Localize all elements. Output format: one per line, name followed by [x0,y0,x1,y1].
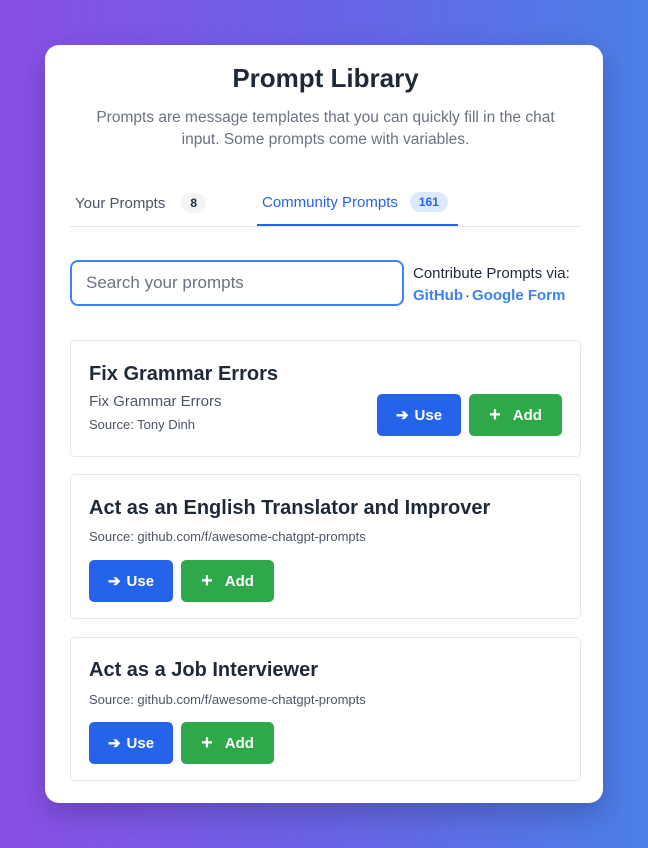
prompt-source: Source: github.com/f/awesome-chatgpt-pro… [89,529,366,544]
add-button[interactable]: + Add [181,722,274,764]
prompt-card: Act as a Job Interviewer Source: github.… [70,637,581,781]
use-button[interactable]: ➔ Use [89,560,173,602]
page-subtitle: Prompts are message templates that you c… [96,109,555,148]
use-label: Use [126,734,155,752]
count-badge: 161 [409,192,448,212]
prompt-source: Source: github.com/f/awesome-chatgpt-pro… [89,692,366,707]
prompt-title: Act as an English Translator and Improve… [89,497,491,519]
prompt-title: Act as a Job Interviewer [89,659,318,681]
prompt-card: Fix Grammar Errors Fix Grammar Errors So… [70,340,581,457]
github-link[interactable]: GitHub [413,287,463,304]
use-label: Use [126,572,155,590]
add-button[interactable]: + Add [469,394,562,436]
prompt-title: Fix Grammar Errors [89,363,278,385]
contribute-links: Contribute Prompts via: GitHub · Google Fo… [413,263,570,307]
page-title: Prompt Library [232,63,419,93]
tab-label: Community Prompts [262,193,398,211]
prompt-library-card: Prompt Library Prompts are message templ… [45,45,603,803]
plus-icon: + [201,569,213,592]
prompt-description: Fix Grammar Errors [89,393,222,410]
use-button[interactable]: ➔ Use [89,722,173,764]
count-badge: 8 [181,193,207,213]
separator: · [465,287,470,304]
tab-bar: Your Prompts 8 Community Prompts 161 [70,180,581,227]
tab-community-prompts[interactable]: Community Prompts 161 [257,180,458,226]
contribute-label: Contribute Prompts via: [413,265,570,282]
plus-icon: + [489,403,501,426]
add-label: Add [512,406,542,424]
add-label: Add [224,734,254,752]
google-form-link[interactable]: Google Form [472,287,565,304]
plus-icon: + [201,731,213,754]
arrow-right-icon: ➔ [107,573,121,590]
use-label: Use [414,406,443,424]
prompt-card: Act as an English Translator and Improve… [70,474,581,619]
arrow-right-icon: ➔ [107,735,121,752]
tab-label: Your Prompts [75,194,166,212]
search-input[interactable] [70,260,404,306]
tab-your-prompts[interactable]: Your Prompts 8 [70,180,257,226]
add-label: Add [224,572,254,590]
arrow-right-icon: ➔ [395,407,409,424]
prompt-source: Source: Tony Dinh [89,417,195,432]
add-button[interactable]: + Add [181,560,274,602]
use-button[interactable]: ➔ Use [377,394,461,436]
